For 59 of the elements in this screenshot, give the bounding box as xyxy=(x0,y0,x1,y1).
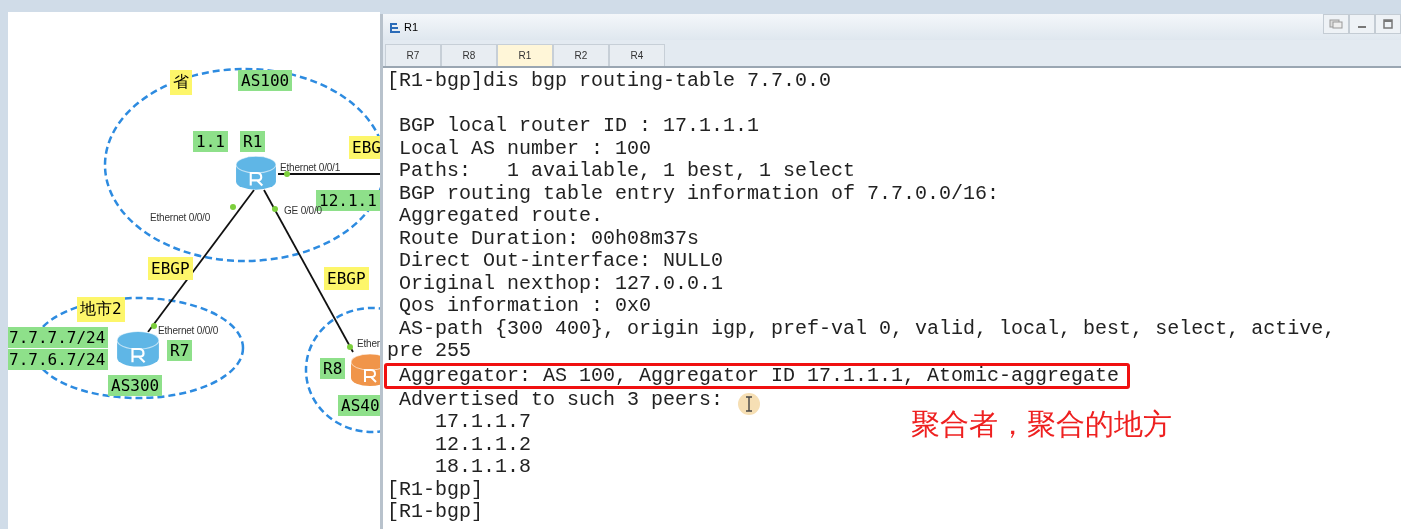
node-label: 1.1 xyxy=(193,131,228,152)
area-label: EBGP xyxy=(148,257,193,280)
node-label: R1 xyxy=(240,131,266,152)
port-dot xyxy=(230,204,236,210)
node-label: 7.7.7.7/24 xyxy=(8,327,109,348)
terminal-line: [R1-bgp]dis bgp routing-table 7.7.0.0 xyxy=(387,70,832,93)
tab[interactable]: R8 xyxy=(441,44,497,66)
windows-icon xyxy=(1329,19,1343,29)
node-label: AS300 xyxy=(108,375,163,396)
port-label: GE 0/0/0 xyxy=(284,205,322,216)
terminal-line: [R1-bgp] xyxy=(387,478,483,501)
node-label: AS40 xyxy=(338,395,380,416)
port-dot xyxy=(272,206,278,212)
maximize-button[interactable] xyxy=(1375,14,1401,34)
port-label: Ethernet 0/0/0 xyxy=(158,325,219,336)
tab[interactable]: R2 xyxy=(553,44,609,66)
port-dot xyxy=(347,344,353,350)
terminal-line: 17.1.1.7 xyxy=(434,411,532,434)
maximize-icon xyxy=(1383,19,1393,29)
node-label: 7.7.6.7/24 xyxy=(8,349,109,370)
restore-button[interactable] xyxy=(1323,14,1349,34)
port-label: Ether xyxy=(357,338,380,349)
area-label: EBGP xyxy=(324,267,369,290)
terminal-line: Direct Out-interface: NULL0 xyxy=(398,250,724,273)
terminal-line: Local AS number : 100 xyxy=(398,137,652,160)
terminal-line: 18.1.1.8 xyxy=(434,456,532,479)
tab[interactable]: R4 xyxy=(609,44,665,66)
area-label: 地市2 xyxy=(77,297,125,322)
area-label: 省 xyxy=(170,70,192,95)
terminal-line: Original nexthop: 127.0.0.1 xyxy=(398,272,724,295)
terminal-line: Qos information : 0x0 xyxy=(398,295,652,318)
port-dot xyxy=(151,323,157,329)
area-label: EBG xyxy=(349,136,380,159)
terminal-line: Paths: 1 available, 1 best, 1 select xyxy=(398,160,856,183)
terminal-line: AS-path {300 400}, origin igp, pref-val 0, valid, local, best, select, active, xyxy=(398,317,1336,340)
terminal-line: Advertised to such 3 peers: xyxy=(398,388,724,411)
terminal-line: 12.1.1.2 xyxy=(434,433,532,456)
terminal-line: BGP local router ID : 17.1.1.1 xyxy=(398,115,760,138)
terminal-line: pre 255 xyxy=(387,340,471,363)
tab[interactable]: R1 xyxy=(497,44,553,66)
node-label: R7 xyxy=(167,340,193,361)
minimize-icon xyxy=(1358,26,1366,28)
tab[interactable]: R7 xyxy=(385,44,441,66)
port-label: Ethernet 0/0/1 xyxy=(280,162,341,173)
terminal-line: BGP routing table entry information of 7.7.0.0/16: xyxy=(398,182,1000,205)
node-label: R8 xyxy=(320,358,346,379)
cursor-icon xyxy=(738,393,760,415)
terminal-line: Aggregated route. xyxy=(398,205,604,228)
terminal-line: [R1-bgp] xyxy=(387,501,483,524)
minimize-button[interactable] xyxy=(1349,14,1375,34)
terminal-line: Route Duration: 00h08m37s xyxy=(398,227,700,250)
router-icon[interactable] xyxy=(116,330,160,368)
annotation-text: 聚合者，聚合的地方 xyxy=(911,406,1172,443)
port-label: Ethernet 0/0/0 xyxy=(150,212,211,223)
window-title: R1 xyxy=(404,21,419,33)
router-icon[interactable] xyxy=(235,155,277,191)
node-label: AS100 xyxy=(238,70,293,91)
port-dot xyxy=(284,171,290,177)
app-icon xyxy=(389,21,401,33)
